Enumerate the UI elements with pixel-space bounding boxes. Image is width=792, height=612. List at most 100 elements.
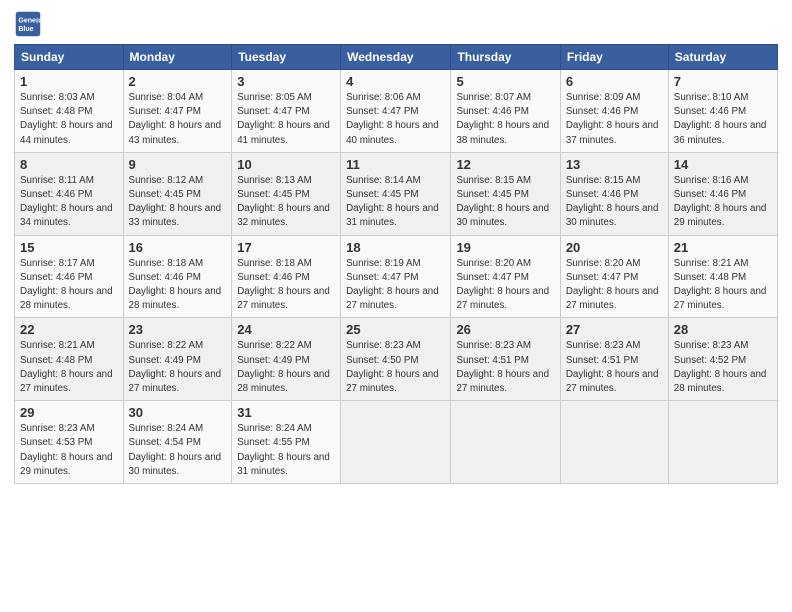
calendar-day-cell: 6 Sunrise: 8:09 AM Sunset: 4:46 PM Dayli…	[560, 70, 668, 153]
svg-text:Blue: Blue	[18, 26, 33, 33]
calendar-day-cell: 9 Sunrise: 8:12 AM Sunset: 4:45 PM Dayli…	[123, 152, 232, 235]
day-number: 22	[20, 322, 118, 337]
day-number: 5	[456, 74, 554, 89]
calendar-table: SundayMondayTuesdayWednesdayThursdayFrid…	[14, 44, 778, 484]
day-detail: Sunrise: 8:23 AM Sunset: 4:52 PM Dayligh…	[674, 339, 772, 396]
calendar-day-cell: 23 Sunrise: 8:22 AM Sunset: 4:49 PM Dayl…	[123, 318, 232, 401]
day-detail: Sunrise: 8:18 AM Sunset: 4:46 PM Dayligh…	[237, 257, 335, 314]
day-number: 29	[20, 405, 118, 420]
day-number: 10	[237, 157, 335, 172]
day-number: 3	[237, 74, 335, 89]
day-number: 21	[674, 240, 772, 255]
day-detail: Sunrise: 8:14 AM Sunset: 4:45 PM Dayligh…	[346, 174, 445, 231]
calendar-day-cell: 29 Sunrise: 8:23 AM Sunset: 4:53 PM Dayl…	[15, 401, 124, 484]
day-detail: Sunrise: 8:11 AM Sunset: 4:46 PM Dayligh…	[20, 174, 118, 231]
day-number: 28	[674, 322, 772, 337]
calendar-day-cell: 19 Sunrise: 8:20 AM Sunset: 4:47 PM Dayl…	[451, 235, 560, 318]
day-detail: Sunrise: 8:24 AM Sunset: 4:54 PM Dayligh…	[129, 422, 227, 479]
day-detail: Sunrise: 8:06 AM Sunset: 4:47 PM Dayligh…	[346, 91, 445, 148]
calendar-week-row: 15 Sunrise: 8:17 AM Sunset: 4:46 PM Dayl…	[15, 235, 778, 318]
page-container: General Blue SundayMondayTuesdayWednesda…	[0, 0, 792, 492]
calendar-day-cell: 26 Sunrise: 8:23 AM Sunset: 4:51 PM Dayl…	[451, 318, 560, 401]
calendar-day-cell: 21 Sunrise: 8:21 AM Sunset: 4:48 PM Dayl…	[668, 235, 777, 318]
day-number: 23	[129, 322, 227, 337]
calendar-day-header: Saturday	[668, 45, 777, 70]
day-detail: Sunrise: 8:21 AM Sunset: 4:48 PM Dayligh…	[674, 257, 772, 314]
day-detail: Sunrise: 8:20 AM Sunset: 4:47 PM Dayligh…	[456, 257, 554, 314]
day-detail: Sunrise: 8:23 AM Sunset: 4:51 PM Dayligh…	[456, 339, 554, 396]
day-detail: Sunrise: 8:23 AM Sunset: 4:53 PM Dayligh…	[20, 422, 118, 479]
calendar-week-row: 8 Sunrise: 8:11 AM Sunset: 4:46 PM Dayli…	[15, 152, 778, 235]
day-number: 31	[237, 405, 335, 420]
day-number: 13	[566, 157, 663, 172]
calendar-day-cell: 28 Sunrise: 8:23 AM Sunset: 4:52 PM Dayl…	[668, 318, 777, 401]
calendar-day-cell: 31 Sunrise: 8:24 AM Sunset: 4:55 PM Dayl…	[232, 401, 341, 484]
day-number: 20	[566, 240, 663, 255]
calendar-day-cell: 10 Sunrise: 8:13 AM Sunset: 4:45 PM Dayl…	[232, 152, 341, 235]
day-number: 19	[456, 240, 554, 255]
calendar-day-header: Friday	[560, 45, 668, 70]
calendar-day-header: Monday	[123, 45, 232, 70]
calendar-day-cell: 1 Sunrise: 8:03 AM Sunset: 4:48 PM Dayli…	[15, 70, 124, 153]
calendar-week-row: 1 Sunrise: 8:03 AM Sunset: 4:48 PM Dayli…	[15, 70, 778, 153]
calendar-day-cell: 13 Sunrise: 8:15 AM Sunset: 4:46 PM Dayl…	[560, 152, 668, 235]
calendar-day-cell: 24 Sunrise: 8:22 AM Sunset: 4:49 PM Dayl…	[232, 318, 341, 401]
day-detail: Sunrise: 8:03 AM Sunset: 4:48 PM Dayligh…	[20, 91, 118, 148]
calendar-day-cell: 8 Sunrise: 8:11 AM Sunset: 4:46 PM Dayli…	[15, 152, 124, 235]
day-number: 26	[456, 322, 554, 337]
day-detail: Sunrise: 8:07 AM Sunset: 4:46 PM Dayligh…	[456, 91, 554, 148]
day-detail: Sunrise: 8:18 AM Sunset: 4:46 PM Dayligh…	[129, 257, 227, 314]
day-detail: Sunrise: 8:22 AM Sunset: 4:49 PM Dayligh…	[237, 339, 335, 396]
day-detail: Sunrise: 8:24 AM Sunset: 4:55 PM Dayligh…	[237, 422, 335, 479]
calendar-day-cell: 2 Sunrise: 8:04 AM Sunset: 4:47 PM Dayli…	[123, 70, 232, 153]
day-detail: Sunrise: 8:12 AM Sunset: 4:45 PM Dayligh…	[129, 174, 227, 231]
day-number: 24	[237, 322, 335, 337]
calendar-day-header: Tuesday	[232, 45, 341, 70]
calendar-day-cell: 14 Sunrise: 8:16 AM Sunset: 4:46 PM Dayl…	[668, 152, 777, 235]
day-detail: Sunrise: 8:23 AM Sunset: 4:51 PM Dayligh…	[566, 339, 663, 396]
calendar-day-cell: 5 Sunrise: 8:07 AM Sunset: 4:46 PM Dayli…	[451, 70, 560, 153]
day-number: 25	[346, 322, 445, 337]
day-number: 8	[20, 157, 118, 172]
calendar-day-cell: 27 Sunrise: 8:23 AM Sunset: 4:51 PM Dayl…	[560, 318, 668, 401]
day-detail: Sunrise: 8:19 AM Sunset: 4:47 PM Dayligh…	[346, 257, 445, 314]
calendar-day-cell	[341, 401, 451, 484]
day-detail: Sunrise: 8:23 AM Sunset: 4:50 PM Dayligh…	[346, 339, 445, 396]
calendar-day-cell: 30 Sunrise: 8:24 AM Sunset: 4:54 PM Dayl…	[123, 401, 232, 484]
calendar-day-cell: 11 Sunrise: 8:14 AM Sunset: 4:45 PM Dayl…	[341, 152, 451, 235]
day-detail: Sunrise: 8:16 AM Sunset: 4:46 PM Dayligh…	[674, 174, 772, 231]
calendar-week-row: 22 Sunrise: 8:21 AM Sunset: 4:48 PM Dayl…	[15, 318, 778, 401]
day-number: 1	[20, 74, 118, 89]
day-detail: Sunrise: 8:09 AM Sunset: 4:46 PM Dayligh…	[566, 91, 663, 148]
calendar-day-cell: 22 Sunrise: 8:21 AM Sunset: 4:48 PM Dayl…	[15, 318, 124, 401]
day-detail: Sunrise: 8:21 AM Sunset: 4:48 PM Dayligh…	[20, 339, 118, 396]
calendar-week-row: 29 Sunrise: 8:23 AM Sunset: 4:53 PM Dayl…	[15, 401, 778, 484]
logo-icon: General Blue	[14, 10, 42, 38]
day-number: 2	[129, 74, 227, 89]
day-number: 16	[129, 240, 227, 255]
day-number: 30	[129, 405, 227, 420]
day-detail: Sunrise: 8:15 AM Sunset: 4:46 PM Dayligh…	[566, 174, 663, 231]
day-number: 17	[237, 240, 335, 255]
calendar-day-cell: 18 Sunrise: 8:19 AM Sunset: 4:47 PM Dayl…	[341, 235, 451, 318]
day-number: 14	[674, 157, 772, 172]
calendar-day-cell: 4 Sunrise: 8:06 AM Sunset: 4:47 PM Dayli…	[341, 70, 451, 153]
calendar-day-cell	[668, 401, 777, 484]
calendar-day-header: Thursday	[451, 45, 560, 70]
day-detail: Sunrise: 8:04 AM Sunset: 4:47 PM Dayligh…	[129, 91, 227, 148]
day-detail: Sunrise: 8:10 AM Sunset: 4:46 PM Dayligh…	[674, 91, 772, 148]
calendar-day-cell: 7 Sunrise: 8:10 AM Sunset: 4:46 PM Dayli…	[668, 70, 777, 153]
day-detail: Sunrise: 8:05 AM Sunset: 4:47 PM Dayligh…	[237, 91, 335, 148]
calendar-day-cell: 25 Sunrise: 8:23 AM Sunset: 4:50 PM Dayl…	[341, 318, 451, 401]
calendar-day-cell: 17 Sunrise: 8:18 AM Sunset: 4:46 PM Dayl…	[232, 235, 341, 318]
day-number: 4	[346, 74, 445, 89]
calendar-day-cell	[451, 401, 560, 484]
day-number: 18	[346, 240, 445, 255]
day-detail: Sunrise: 8:20 AM Sunset: 4:47 PM Dayligh…	[566, 257, 663, 314]
day-number: 27	[566, 322, 663, 337]
day-number: 12	[456, 157, 554, 172]
calendar-day-cell: 20 Sunrise: 8:20 AM Sunset: 4:47 PM Dayl…	[560, 235, 668, 318]
day-detail: Sunrise: 8:22 AM Sunset: 4:49 PM Dayligh…	[129, 339, 227, 396]
day-detail: Sunrise: 8:15 AM Sunset: 4:45 PM Dayligh…	[456, 174, 554, 231]
calendar-day-cell: 16 Sunrise: 8:18 AM Sunset: 4:46 PM Dayl…	[123, 235, 232, 318]
